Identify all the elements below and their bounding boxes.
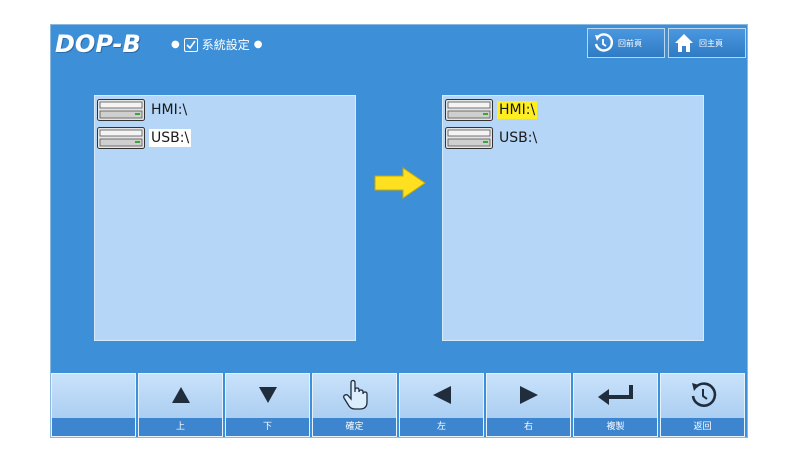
button-label: 下 [226, 418, 309, 436]
left-triangle-icon [432, 386, 451, 404]
back-icon [691, 382, 716, 407]
source-drive-list[interactable]: HMI:\ USB:\ [94, 95, 356, 341]
arrow-right-icon [374, 167, 426, 199]
button-label: 左 [400, 418, 483, 436]
drive-icon [445, 99, 493, 121]
confirm-button[interactable]: 確定 [312, 373, 397, 437]
bullet-icon: ● [171, 39, 180, 50]
drive-label: USB:\ [499, 130, 538, 146]
return-button[interactable]: 返回 [660, 373, 745, 437]
header-bar: DOP-B ● 系統設定 ● 回前頁 回主頁 [51, 25, 747, 65]
target-drive-list[interactable]: HMI:\ USB:\ [442, 95, 704, 341]
list-item-target-hmi[interactable]: HMI:\ [445, 98, 538, 122]
back-page-label: 回前頁 [618, 38, 642, 48]
button-label [52, 418, 135, 436]
up-button[interactable]: 上 [138, 373, 223, 437]
home-icon [675, 34, 693, 52]
drive-icon [445, 127, 493, 149]
drive-label: HMI:\ [151, 102, 188, 118]
home-button[interactable]: 回主頁 [668, 28, 746, 58]
drive-label-selected: HMI:\ [497, 101, 538, 119]
list-item-target-usb[interactable]: USB:\ [445, 126, 539, 150]
back-page-button[interactable]: 回前頁 [587, 28, 665, 58]
page-title: 系統設定 [201, 38, 250, 52]
hmi-screen: DOP-B ● 系統設定 ● 回前頁 回主頁 HMI:\ USB:\ HMI:\… [50, 24, 748, 438]
down-triangle-icon [258, 387, 277, 403]
button-label: 右 [487, 418, 570, 436]
breadcrumb: ● 系統設定 ● [171, 36, 262, 53]
button-label: 返回 [661, 418, 744, 436]
down-button[interactable]: 下 [225, 373, 310, 437]
bullet-icon: ● [253, 39, 263, 50]
button-label: 確定 [313, 418, 396, 436]
home-label: 回主頁 [699, 38, 723, 48]
button-label: 上 [139, 418, 222, 436]
bottom-toolbar: 上 下 確定 左 右 複製 返回 [51, 373, 747, 437]
drive-label: USB:\ [149, 129, 192, 147]
right-triangle-icon [519, 386, 538, 404]
hand-pointer-icon [342, 379, 368, 410]
left-button[interactable]: 左 [399, 373, 484, 437]
enter-icon [597, 385, 633, 405]
drive-icon [97, 99, 145, 121]
checkbox-icon [183, 37, 198, 52]
copy-button[interactable]: 複製 [573, 373, 658, 437]
drive-icon [97, 127, 145, 149]
logo: DOP-B [55, 30, 141, 58]
right-button[interactable]: 右 [486, 373, 571, 437]
up-triangle-icon [171, 387, 190, 403]
list-item-source-usb[interactable]: USB:\ [97, 126, 192, 150]
toolbar-blank-button[interactable] [51, 373, 136, 437]
back-icon [594, 33, 613, 52]
button-label: 複製 [574, 418, 657, 436]
list-item-source-hmi[interactable]: HMI:\ [97, 98, 189, 122]
